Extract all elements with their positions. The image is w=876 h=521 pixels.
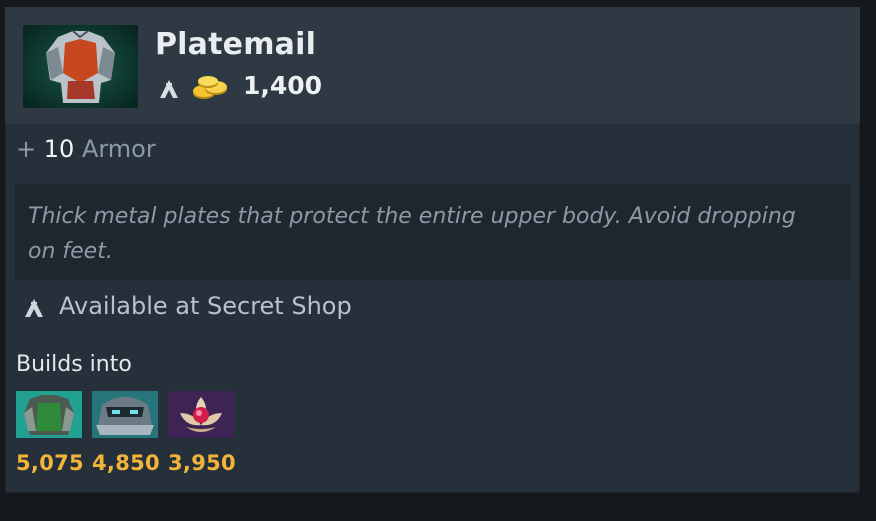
stat-armor: + 10 Armor xyxy=(16,135,156,163)
lore-box: Thick metal plates that protect the enti… xyxy=(15,184,851,280)
build-item-cost: 4,850 xyxy=(92,451,160,475)
stat-label: Armor xyxy=(81,135,156,163)
build-item[interactable]: 4,850 xyxy=(92,391,160,475)
secret-shop-icon xyxy=(158,78,180,100)
build-item-cost: 3,950 xyxy=(168,451,236,475)
item-cost: 1,400 xyxy=(243,71,323,100)
stat-value: 10 xyxy=(43,135,75,163)
build-item-cost: 5,075 xyxy=(16,451,84,475)
gold-coins-icon xyxy=(190,73,230,103)
secret-shop-icon xyxy=(23,297,45,319)
availability-text: Available at Secret Shop xyxy=(59,292,352,320)
tooltip-header: Platemail 1,400 xyxy=(5,7,860,124)
lore-text: Thick metal plates that protect the enti… xyxy=(28,204,796,264)
build-item[interactable]: 5,075 xyxy=(16,391,84,475)
stat-prefix: + xyxy=(16,135,37,163)
steel-helm-armor-icon[interactable] xyxy=(92,391,158,438)
build-item[interactable]: 3,950 xyxy=(168,391,236,475)
builds-into-title: Builds into xyxy=(16,352,132,377)
item-title: Platemail xyxy=(155,27,317,62)
lotus-orb-icon[interactable] xyxy=(168,391,234,438)
chest-armor-icon xyxy=(23,25,138,108)
green-armor-icon[interactable] xyxy=(16,391,82,438)
item-tooltip: Platemail 1,400 + 10 Armor Thick metal p… xyxy=(5,7,860,493)
